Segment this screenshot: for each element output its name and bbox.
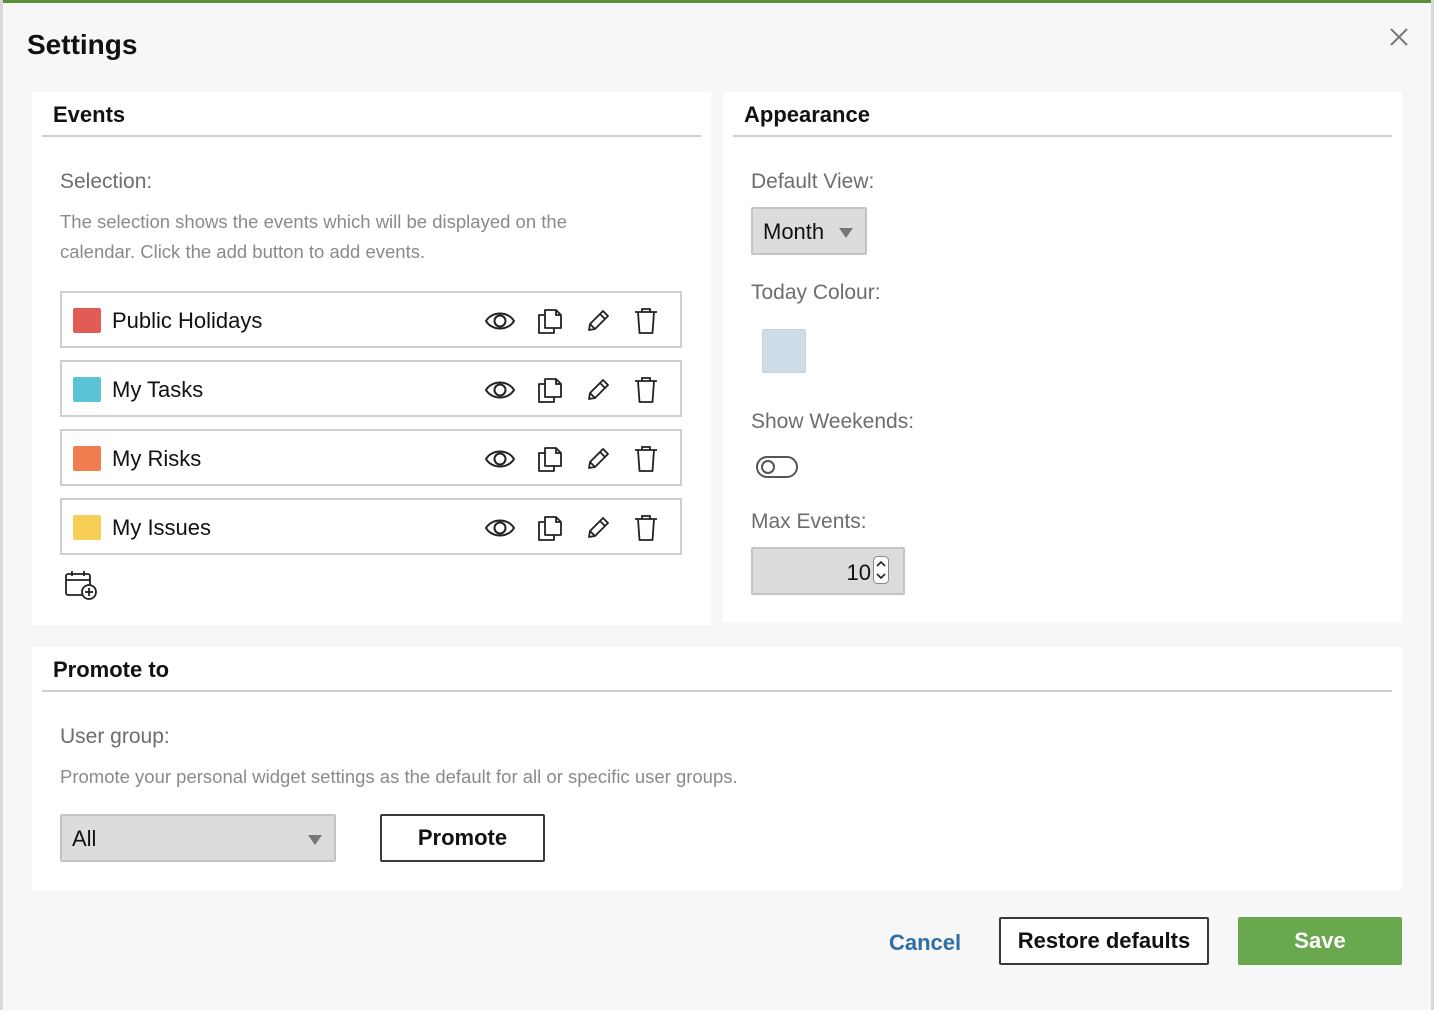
promote-card: Promote to User group: Promote your pers… [32, 647, 1402, 890]
selection-help-line1: The selection shows the events which wil… [60, 211, 567, 232]
copy-icon[interactable] [534, 375, 566, 405]
chevron-down-icon [308, 835, 322, 845]
save-button[interactable]: Save [1238, 917, 1402, 965]
show-weekends-label: Show Weekends: [751, 410, 915, 433]
max-events-label: Max Events: [751, 510, 867, 533]
today-colour-label: Today Colour: [751, 281, 881, 304]
promote-heading: Promote to [42, 647, 1392, 692]
dialog-title: Settings [27, 29, 138, 60]
promote-button[interactable]: Promote [380, 814, 545, 862]
event-row[interactable]: My Risks [60, 429, 682, 486]
event-name: My Tasks [112, 377, 204, 402]
trash-icon[interactable] [630, 306, 662, 336]
settings-dialog: Settings Events Selection: The selection… [3, 3, 1431, 1010]
restore-defaults-button[interactable]: Restore defaults [999, 917, 1209, 965]
event-row[interactable]: My Issues [60, 498, 682, 555]
pencil-icon[interactable] [582, 513, 614, 543]
event-color-swatch [73, 515, 101, 540]
copy-icon[interactable] [534, 513, 566, 543]
show-weekends-toggle[interactable] [756, 456, 798, 478]
user-group-select[interactable]: All [60, 814, 336, 862]
max-events-stepper[interactable]: 10 [751, 547, 905, 595]
event-name: Public Holidays [112, 308, 263, 333]
pencil-icon[interactable] [582, 444, 614, 474]
event-color-swatch [73, 446, 101, 471]
events-card: Events Selection: The selection shows th… [32, 92, 711, 625]
trash-icon[interactable] [630, 513, 662, 543]
eye-icon[interactable] [484, 306, 516, 336]
close-icon[interactable] [1387, 25, 1411, 49]
cancel-button[interactable]: Cancel [889, 930, 961, 956]
trash-icon[interactable] [630, 444, 662, 474]
toggle-knob [761, 460, 775, 474]
pencil-icon[interactable] [582, 306, 614, 336]
appearance-heading: Appearance [733, 92, 1392, 137]
default-view-label: Default View: [751, 170, 875, 193]
trash-icon[interactable] [630, 375, 662, 405]
selection-label: Selection: [60, 170, 153, 193]
copy-icon[interactable] [534, 306, 566, 336]
default-view-select[interactable]: Month [751, 207, 867, 255]
chevron-down-icon [839, 228, 853, 238]
event-row[interactable]: Public Holidays [60, 291, 682, 348]
selection-help-line2: calendar. Click the add button to add ev… [60, 241, 426, 262]
eye-icon[interactable] [484, 375, 516, 405]
event-name: My Risks [112, 446, 202, 471]
appearance-card: Appearance Default View: Month Today Col… [723, 92, 1402, 622]
today-colour-swatch[interactable] [762, 329, 806, 373]
eye-icon[interactable] [484, 513, 516, 543]
user-group-value: All [72, 826, 97, 851]
promote-help: Promote your personal widget settings as… [60, 766, 738, 787]
copy-icon[interactable] [534, 444, 566, 474]
stepper-arrows-icon[interactable] [873, 556, 889, 584]
max-events-value: 10 [846, 560, 871, 585]
events-heading: Events [42, 92, 701, 137]
pencil-icon[interactable] [582, 375, 614, 405]
calendar-add-icon[interactable] [64, 569, 98, 601]
eye-icon[interactable] [484, 444, 516, 474]
user-group-label: User group: [60, 725, 170, 748]
event-color-swatch [73, 377, 101, 402]
default-view-value: Month [763, 219, 825, 244]
event-color-swatch [73, 308, 101, 333]
event-name: My Issues [112, 515, 212, 540]
event-row[interactable]: My Tasks [60, 360, 682, 417]
